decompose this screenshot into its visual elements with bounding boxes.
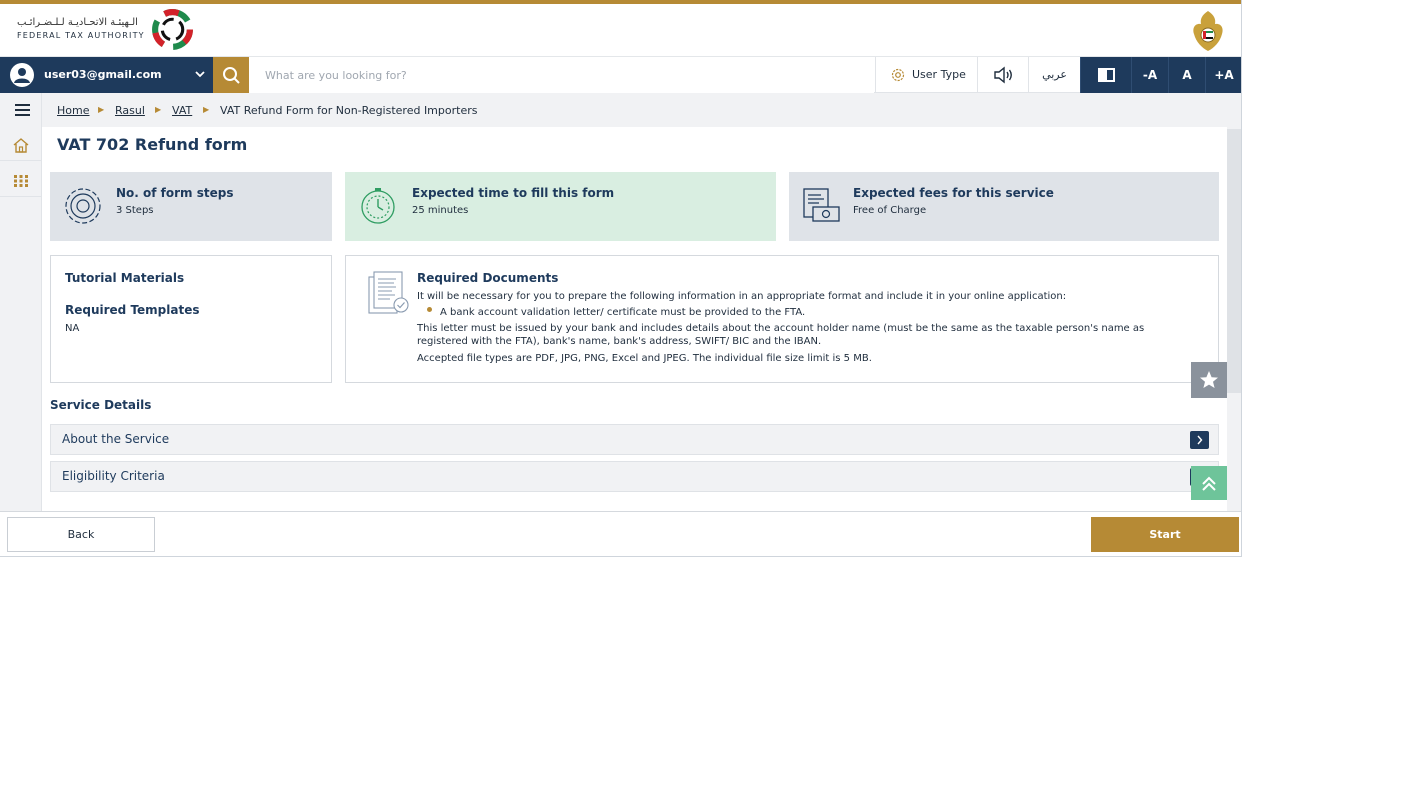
contrast-icon xyxy=(1098,68,1115,82)
side-nav xyxy=(0,93,42,511)
star-icon xyxy=(1200,371,1218,388)
expand-button[interactable] xyxy=(1190,431,1209,449)
scroll-to-top-button[interactable] xyxy=(1191,466,1227,500)
gear-icon xyxy=(65,188,101,224)
stopwatch-icon xyxy=(361,188,395,224)
required-documents-panel: Required Documents It will be necessary … xyxy=(345,255,1219,383)
breadcrumb-vat[interactable]: VAT xyxy=(172,104,192,117)
scrollbar-thumb[interactable] xyxy=(1227,129,1241,393)
time-card: Expected time to fill this form 25 minut… xyxy=(345,172,776,241)
sidebar-item-home[interactable] xyxy=(0,130,42,161)
form-steps-card: No. of form steps 3 Steps xyxy=(50,172,332,241)
back-button[interactable]: Back xyxy=(7,517,155,552)
card-value: Free of Charge xyxy=(853,205,927,216)
speaker-icon xyxy=(994,66,1012,84)
accordion-label: Eligibility Criteria xyxy=(62,469,165,483)
tutorial-title: Tutorial Materials xyxy=(65,271,185,285)
tutorial-materials-panel: Tutorial Materials Required Templates NA xyxy=(50,255,332,383)
page-title: VAT 702 Refund form xyxy=(57,135,248,154)
breadcrumb-separator-icon: ▶ xyxy=(155,105,162,114)
gear-icon xyxy=(891,68,905,82)
required-docs-bullet: A bank account validation letter/ certif… xyxy=(440,307,806,318)
app-window: الـهيئـة الاتحـاديـة لـلـضـرائـب FEDERAL… xyxy=(0,0,1242,557)
user-type-button[interactable]: User Type xyxy=(875,57,977,93)
card-value: 25 minutes xyxy=(412,205,469,216)
card-title: No. of form steps xyxy=(116,186,234,200)
accordion-eligibility[interactable]: Eligibility Criteria xyxy=(50,461,1219,492)
user-type-label: User Type xyxy=(912,68,966,81)
search-icon xyxy=(223,67,240,84)
logo-english-text[interactable]: FEDERAL TAX AUTHORITY xyxy=(17,31,145,40)
form-footer: Back Start xyxy=(0,511,1241,556)
card-value: 3 Steps xyxy=(116,205,154,216)
breadcrumb-current: VAT Refund Form for Non-Registered Impor… xyxy=(220,104,478,117)
double-chevron-up-icon xyxy=(1202,476,1216,491)
site-header: الـهيئـة الاتحـاديـة لـلـضـرائـب FEDERAL… xyxy=(0,4,1241,57)
accordion-label: About the Service xyxy=(62,432,170,446)
breadcrumb-rasul[interactable]: Rasul xyxy=(115,104,145,117)
scrollbar[interactable] xyxy=(1227,127,1241,511)
breadcrumb-home[interactable]: Home xyxy=(57,104,89,117)
sidebar-item-services[interactable] xyxy=(0,163,42,197)
card-title: Expected fees for this service xyxy=(853,186,1054,200)
fta-logo-icon[interactable] xyxy=(150,7,195,52)
uae-emblem-icon xyxy=(1193,11,1223,51)
invoice-cash-icon xyxy=(803,188,840,222)
text-to-speech-button[interactable] xyxy=(977,57,1028,93)
accordion-about-service[interactable]: About the Service xyxy=(50,424,1219,455)
bullet-dot xyxy=(427,307,432,312)
required-docs-title: Required Documents xyxy=(417,271,559,285)
service-details-title: Service Details xyxy=(50,398,152,412)
contrast-toggle-button[interactable] xyxy=(1080,57,1131,93)
required-docs-intro: It will be necessary for you to prepare … xyxy=(417,291,1067,302)
favorite-button[interactable] xyxy=(1191,362,1227,398)
fees-card: Expected fees for this service Free of C… xyxy=(789,172,1219,241)
language-toggle[interactable]: عربي xyxy=(1028,57,1080,93)
logo-arabic-text[interactable]: الـهيئـة الاتحـاديـة لـلـضـرائـب xyxy=(17,17,138,28)
user-email: user03@gmail.com xyxy=(44,68,162,81)
start-button[interactable]: Start xyxy=(1091,517,1239,552)
search-input[interactable] xyxy=(249,57,874,93)
chevron-right-icon xyxy=(1197,435,1203,445)
hamburger-menu-icon[interactable] xyxy=(0,93,42,127)
avatar xyxy=(10,63,34,87)
breadcrumb: Home ▶ Rasul ▶ VAT ▶ VAT Refund Form for… xyxy=(42,93,1241,127)
home-icon xyxy=(13,138,29,153)
search-button[interactable] xyxy=(213,57,249,93)
font-reset-button[interactable]: A xyxy=(1168,57,1205,93)
documents-checklist-icon xyxy=(368,271,409,314)
card-title: Expected time to fill this form xyxy=(412,186,615,200)
user-icon xyxy=(14,68,30,83)
font-decrease-button[interactable]: -A xyxy=(1131,57,1168,93)
breadcrumb-separator-icon: ▶ xyxy=(98,105,105,114)
top-bar: user03@gmail.com User Type xyxy=(0,57,1241,93)
templates-value: NA xyxy=(65,323,80,334)
file-types-note: Accepted file types are PDF, JPG, PNG, E… xyxy=(417,353,872,364)
grid-icon xyxy=(14,175,28,187)
required-docs-note-line1: This letter must be issued by your bank … xyxy=(417,323,1145,334)
chevron-down-icon[interactable] xyxy=(193,67,207,81)
required-docs-note-line2: registered with the FTA), bank's name, b… xyxy=(417,336,822,347)
templates-title: Required Templates xyxy=(65,303,200,317)
font-increase-button[interactable]: +A xyxy=(1205,57,1241,93)
user-menu[interactable]: user03@gmail.com xyxy=(0,57,213,93)
breadcrumb-separator-icon: ▶ xyxy=(203,105,210,114)
